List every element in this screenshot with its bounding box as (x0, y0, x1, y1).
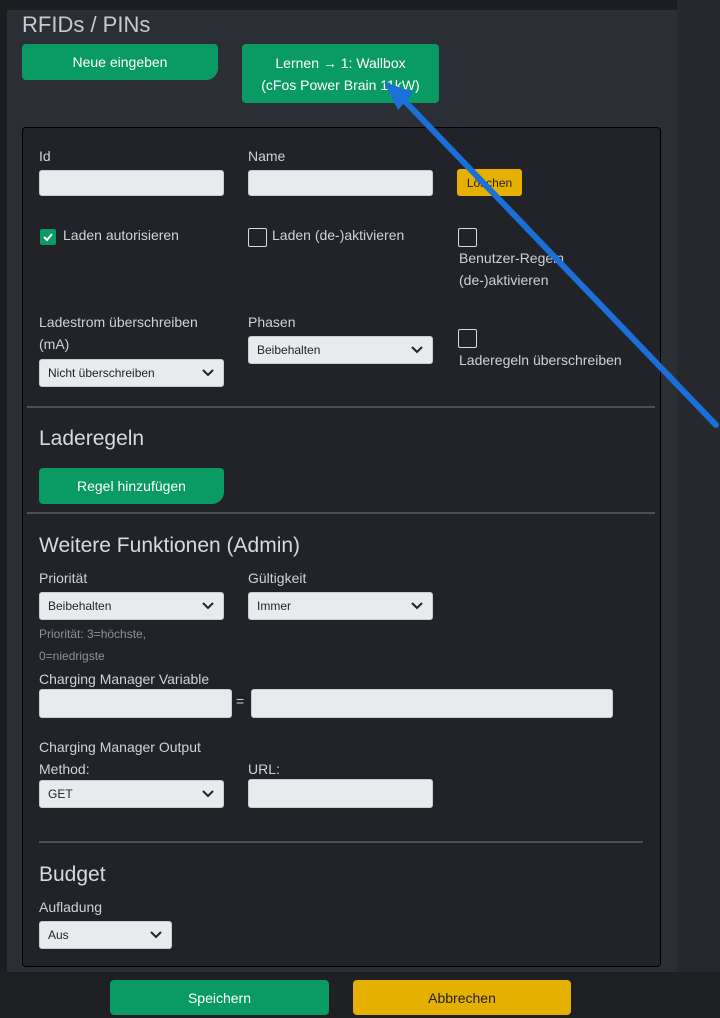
divider (27, 512, 655, 514)
user-rules-label-2: (de-)aktivieren (459, 272, 549, 288)
priority-hint-2: 0=niedrigste (39, 649, 105, 663)
equals-sign: = (236, 693, 245, 709)
divider (39, 841, 643, 843)
chevron-down-icon (202, 602, 214, 610)
charging-rules-heading: Laderegeln (39, 427, 145, 450)
chevron-down-icon (202, 790, 214, 798)
page-title: RFIDs / PINs (22, 12, 151, 37)
priority-label: Priorität (39, 570, 88, 586)
url-input[interactable] (248, 779, 433, 808)
chevron-down-icon (411, 346, 423, 354)
override-rules-checkbox[interactable] (458, 329, 477, 348)
learn-wallbox-button[interactable]: Lernen → 1: Wallbox (cFos Power Brain 11… (242, 44, 439, 103)
name-input[interactable] (248, 170, 433, 196)
budget-heading: Budget (39, 863, 106, 886)
method-value: GET (48, 787, 73, 801)
phases-value: Beibehalten (257, 343, 321, 357)
chevron-down-icon (150, 931, 162, 939)
charging-budget-label: Aufladung (39, 899, 103, 915)
validity-value: Immer (257, 599, 291, 613)
learn-button-line1: Lernen → 1: Wallbox (275, 54, 406, 71)
activate-checkbox[interactable] (248, 228, 267, 247)
delete-button[interactable]: Löschen (457, 169, 522, 196)
learn-button-line2: (cFos Power Brain 11kW) (261, 76, 420, 93)
phases-select[interactable]: Beibehalten (248, 336, 433, 364)
divider (27, 406, 655, 408)
override-rules-label: Laderegeln überschreiben (459, 352, 622, 368)
charging-budget-select[interactable]: Aus (39, 921, 172, 949)
name-label: Name (248, 148, 286, 164)
charging-budget-value: Aus (48, 928, 69, 942)
chevron-down-icon (202, 369, 214, 377)
current-override-select[interactable]: Nicht überschreiben (39, 359, 224, 387)
authorize-checkbox[interactable] (40, 229, 56, 245)
cancel-button[interactable]: Abbrechen (353, 980, 571, 1015)
priority-value: Beibehalten (48, 599, 112, 613)
authorize-label: Laden autorisieren (63, 227, 179, 243)
validity-select[interactable]: Immer (248, 592, 433, 620)
id-label: Id (39, 148, 51, 164)
save-button[interactable]: Speichern (110, 980, 329, 1015)
phases-label: Phasen (248, 314, 296, 330)
cm-output-label-1: Charging Manager Output (39, 739, 201, 755)
current-override-label-2: (mA) (39, 336, 70, 352)
validity-label: Gültigkeit (248, 570, 307, 586)
current-override-label-1: Ladestrom überschreiben (39, 314, 198, 330)
chevron-down-icon (411, 602, 423, 610)
id-input[interactable] (39, 170, 224, 196)
priority-hint-1: Priorität: 3=höchste, (39, 627, 147, 641)
method-select[interactable]: GET (39, 780, 224, 808)
check-icon (43, 233, 53, 242)
cm-variable-name-input[interactable] (39, 689, 232, 718)
cm-output-label-2: Method: (39, 761, 90, 777)
admin-heading: Weitere Funktionen (Admin) (39, 534, 301, 557)
right-scroll-area (677, 0, 720, 1018)
cm-variable-value-input[interactable] (251, 689, 613, 718)
user-rules-checkbox[interactable] (458, 228, 477, 247)
add-rule-button[interactable]: Regel hinzufügen (39, 468, 224, 504)
current-override-value: Nicht überschreiben (48, 366, 155, 380)
page: RFIDs / PINs Neue eingeben Lernen → 1: W… (0, 0, 720, 1018)
activate-label: Laden (de-)aktivieren (272, 227, 405, 243)
new-entry-button[interactable]: Neue eingeben (22, 44, 218, 80)
priority-select[interactable]: Beibehalten (39, 592, 224, 620)
url-label: URL: (248, 761, 280, 777)
cm-variable-label: Charging Manager Variable (39, 671, 210, 687)
user-rules-label-1: Benutzer-Regeln (459, 250, 565, 266)
